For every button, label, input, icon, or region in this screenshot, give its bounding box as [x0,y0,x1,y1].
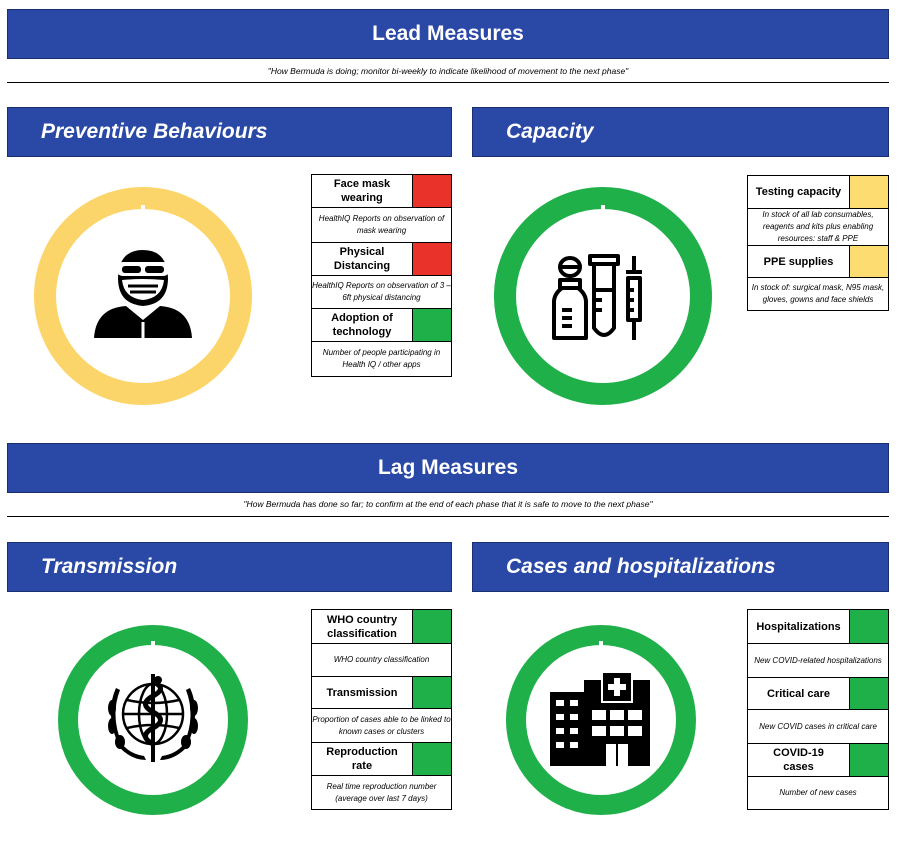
lab-supplies-icon [552,254,642,340]
lead-measures-banner: Lead Measures [7,9,889,59]
kpi-label: Critical care [747,677,850,710]
kpi-description: Number of new cases [747,776,889,810]
kpi-label: Transmission [311,676,413,709]
lag-measures-title: Lag Measures [377,456,519,479]
kpi-description: In stock of all lab consumables, reagent… [747,208,889,246]
section-title: Transmission [41,555,178,578]
lead-measures-subtitle: "How Bermuda is doing; monitor bi-weekly… [267,66,629,76]
status-swatch-green [412,676,452,709]
lead-measures-title: Lead Measures [372,22,524,45]
kpi-description: HealthIQ Reports on observation of mask … [311,207,452,243]
kpi-label: Hospitalizations [747,609,850,644]
hospital-building-icon [550,671,650,766]
status-swatch-yellow [849,175,889,209]
status-swatch-green [849,609,889,644]
kpi-description: New COVID-related hospitalizations [747,643,889,678]
cases-hospitalizations-banner: Cases and hospitalizations [472,542,889,592]
kpi-label: Adoption of technology [311,308,413,342]
status-swatch-green [412,308,452,342]
kpi-description: New COVID cases in critical care [747,709,889,744]
section-title: Preventive Behaviours [41,120,268,143]
kpi-label: PPE supplies [747,245,850,278]
status-swatch-green [412,609,452,644]
kpi-label: Face mask wearing [311,174,413,208]
status-swatch-red [412,174,452,208]
kpi-description: Proportion of cases able to be linked to… [311,708,452,743]
transmission-banner: Transmission [7,542,452,592]
who-emblem-icon [108,674,198,762]
capacity-kpi-table: Testing capacity In stock of all lab con… [747,175,889,311]
divider [7,516,889,517]
kpi-description: Number of people participating in Health… [311,341,452,377]
status-swatch-yellow [849,245,889,278]
transmission-kpi-table: WHO country classification WHO country c… [311,609,452,810]
lag-measures-subtitle: "How Bermuda has done so far; to confirm… [243,499,653,509]
kpi-description: Real time reproduction number (average o… [311,775,452,810]
cases-kpi-table: Hospitalizations New COVID-related hospi… [747,609,889,810]
section-title: Capacity [506,120,594,143]
kpi-label: Testing capacity [747,175,850,209]
lag-measures-banner: Lag Measures [7,443,889,493]
kpi-description: In stock of: surgical mask, N95 mask, gl… [747,277,889,311]
kpi-label: Physical Distancing [311,242,413,276]
kpi-label: COVID-19 cases [747,743,850,777]
section-title: Cases and hospitalizations [506,555,776,578]
kpi-label: WHO country classification [311,609,413,644]
preventive-behaviours-banner: Preventive Behaviours [7,107,452,157]
kpi-description: HealthIQ Reports on observation of 3 – 6… [311,275,452,309]
divider [7,82,889,83]
kpi-description: WHO country classification [311,643,452,677]
status-swatch-red [412,242,452,276]
capacity-banner: Capacity [472,107,889,157]
status-swatch-green [849,677,889,710]
kpi-label: Reproduction rate [311,742,413,776]
status-swatch-green [849,743,889,777]
preventive-kpi-table: Face mask wearing HealthIQ Reports on ob… [311,174,452,377]
status-swatch-green [412,742,452,776]
masked-person-icon [94,250,192,338]
